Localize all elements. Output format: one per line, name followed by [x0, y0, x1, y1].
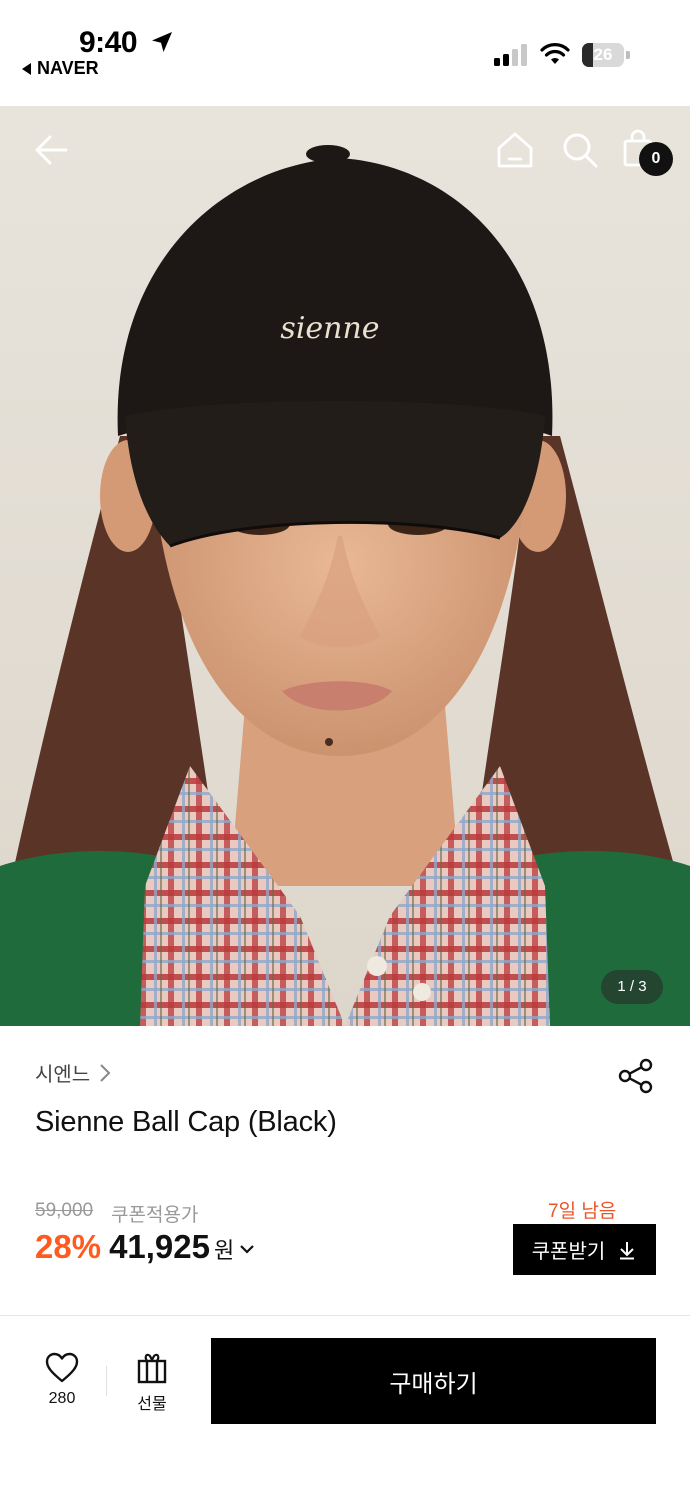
- status-time: 9:40: [79, 26, 138, 59]
- price-row[interactable]: 28% 41,925 원: [35, 1228, 256, 1266]
- search-icon[interactable]: [558, 128, 602, 172]
- chevron-down-icon[interactable]: [238, 1240, 256, 1258]
- back-arrow-icon[interactable]: [30, 128, 74, 172]
- image-page-indicator: 1 / 3: [601, 970, 663, 1004]
- share-icon[interactable]: [616, 1056, 656, 1096]
- back-triangle-icon: [22, 62, 31, 75]
- coupon-button-label: 쿠폰받기: [531, 1241, 606, 1263]
- battery-icon: 26: [582, 43, 630, 67]
- heart-icon: [45, 1352, 79, 1383]
- chevron-right-icon: [100, 1063, 111, 1082]
- gift-label: 선물: [137, 1396, 167, 1413]
- home-icon[interactable]: [493, 128, 537, 172]
- battery-level: 26: [593, 45, 613, 64]
- back-to-app-link[interactable]: NAVER: [22, 58, 99, 79]
- final-price: 41,925: [109, 1228, 210, 1265]
- status-bar: 9:40 NAVER 26: [0, 0, 690, 106]
- cart-count-badge: 0: [639, 142, 673, 176]
- brand-link[interactable]: 시엔느: [35, 1058, 112, 1087]
- product-photo: sienne: [0, 106, 690, 1026]
- battery-body: 26: [582, 43, 624, 67]
- get-coupon-button[interactable]: 쿠폰받기: [513, 1224, 656, 1275]
- buy-button[interactable]: 구매하기: [211, 1338, 656, 1424]
- brand-name: 시엔느: [35, 1064, 91, 1086]
- discount-rate: 28%: [35, 1228, 102, 1265]
- product-title: Sienne Ball Cap (Black): [35, 1106, 337, 1138]
- wifi-icon: [540, 43, 570, 64]
- coupon-price-label: 쿠폰적용가: [111, 1205, 199, 1226]
- cap-logo-text: sienne: [280, 311, 379, 346]
- like-button[interactable]: 280: [32, 1352, 92, 1416]
- download-icon: [620, 1241, 635, 1259]
- location-arrow-icon: [152, 32, 172, 52]
- section-divider: [0, 1315, 690, 1316]
- product-image-carousel[interactable]: sienne 0 1 / 3: [0, 106, 690, 1026]
- battery-cap: [626, 51, 630, 59]
- gift-icon: [137, 1353, 167, 1384]
- bottom-divider: [106, 1366, 107, 1396]
- gift-button[interactable]: 선물: [122, 1352, 182, 1416]
- back-app-label: NAVER: [37, 58, 99, 78]
- like-count: 280: [48, 1390, 76, 1407]
- original-price: 59,000: [35, 1200, 94, 1221]
- currency-unit: 원: [214, 1238, 235, 1263]
- coupon-days-left: 7일 남음: [548, 1201, 617, 1222]
- signal-icon: [494, 44, 527, 66]
